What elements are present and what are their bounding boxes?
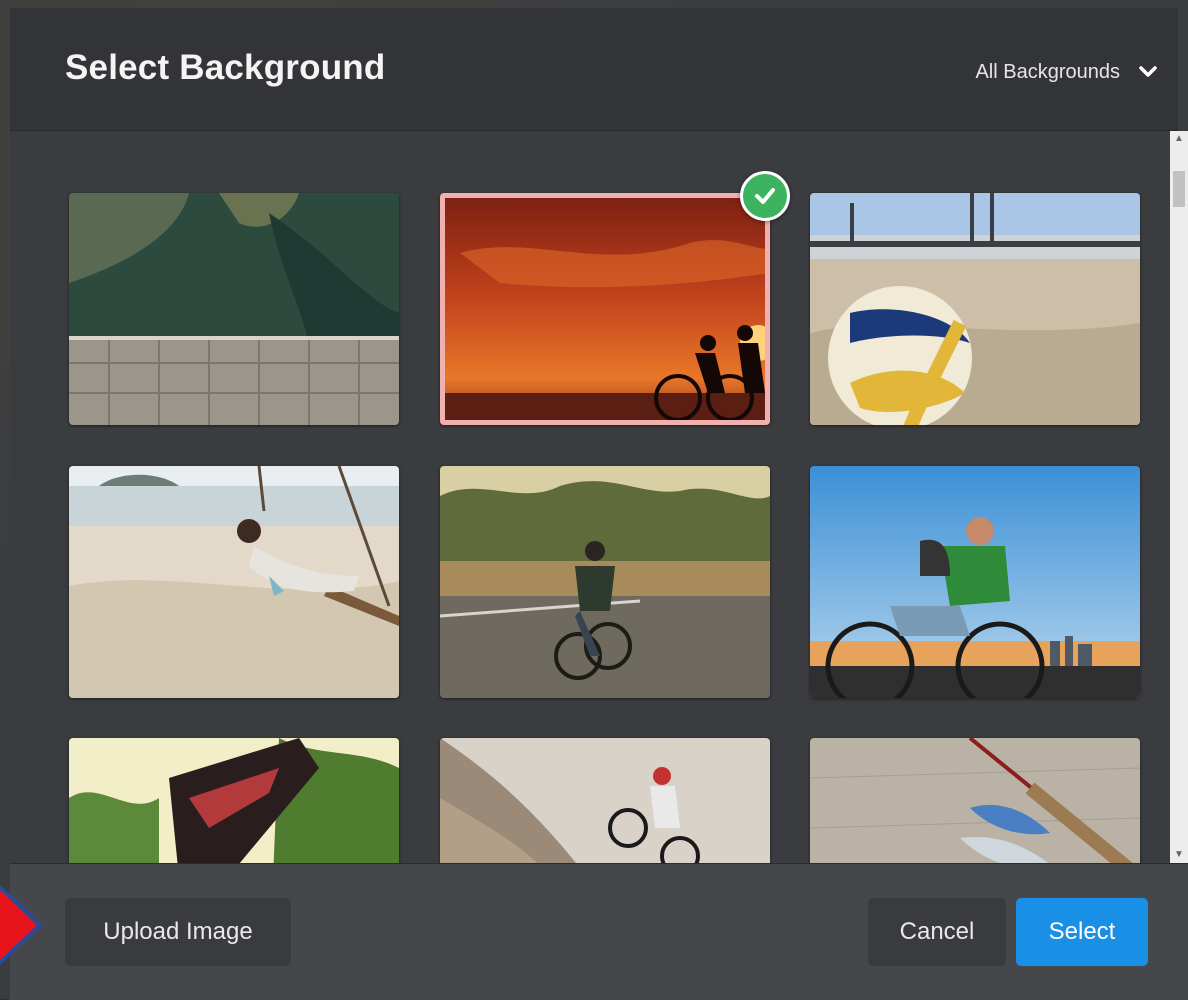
thumb-beach-swing[interactable] <box>69 466 399 698</box>
scroll-up-arrow[interactable]: ▲ <box>1170 131 1188 147</box>
dialog-header: Select Background All Backgrounds <box>10 8 1178 131</box>
thumb-rock-bmx[interactable] <box>440 738 770 863</box>
select-background-dialog: Select Background All Backgrounds ▲ ▼ Up… <box>10 8 1188 1000</box>
scroll-thumb[interactable] <box>1173 171 1185 207</box>
thumb-sunset-cyclists[interactable] <box>440 193 770 425</box>
cancel-button[interactable]: Cancel <box>868 898 1006 966</box>
thumb-forest-cyclist[interactable] <box>69 738 399 863</box>
thumb-city-cyclist[interactable] <box>810 466 1140 698</box>
grid-scrollbar[interactable]: ▲ ▼ <box>1170 131 1188 863</box>
dialog-footer: Upload Image Cancel Select <box>10 863 1188 1000</box>
upload-image-button[interactable]: Upload Image <box>65 898 291 966</box>
scroll-down-arrow[interactable]: ▼ <box>1170 847 1188 863</box>
chevron-down-icon <box>1138 62 1158 82</box>
background-filter-dropdown[interactable]: All Backgrounds <box>975 52 1158 92</box>
annotation-arrow-icon <box>0 884 42 966</box>
background-grid <box>10 131 1170 863</box>
thumb-aerial-coast[interactable] <box>69 193 399 425</box>
thumb-road-cyclist[interactable] <box>440 466 770 698</box>
thumb-volleyball-beach[interactable] <box>810 193 1140 425</box>
thumb-fishing-rod[interactable] <box>810 738 1140 863</box>
dialog-title: Select Background <box>65 48 386 87</box>
select-button[interactable]: Select <box>1016 898 1148 966</box>
filter-label: All Backgrounds <box>975 60 1120 83</box>
selected-check-icon <box>740 171 790 221</box>
